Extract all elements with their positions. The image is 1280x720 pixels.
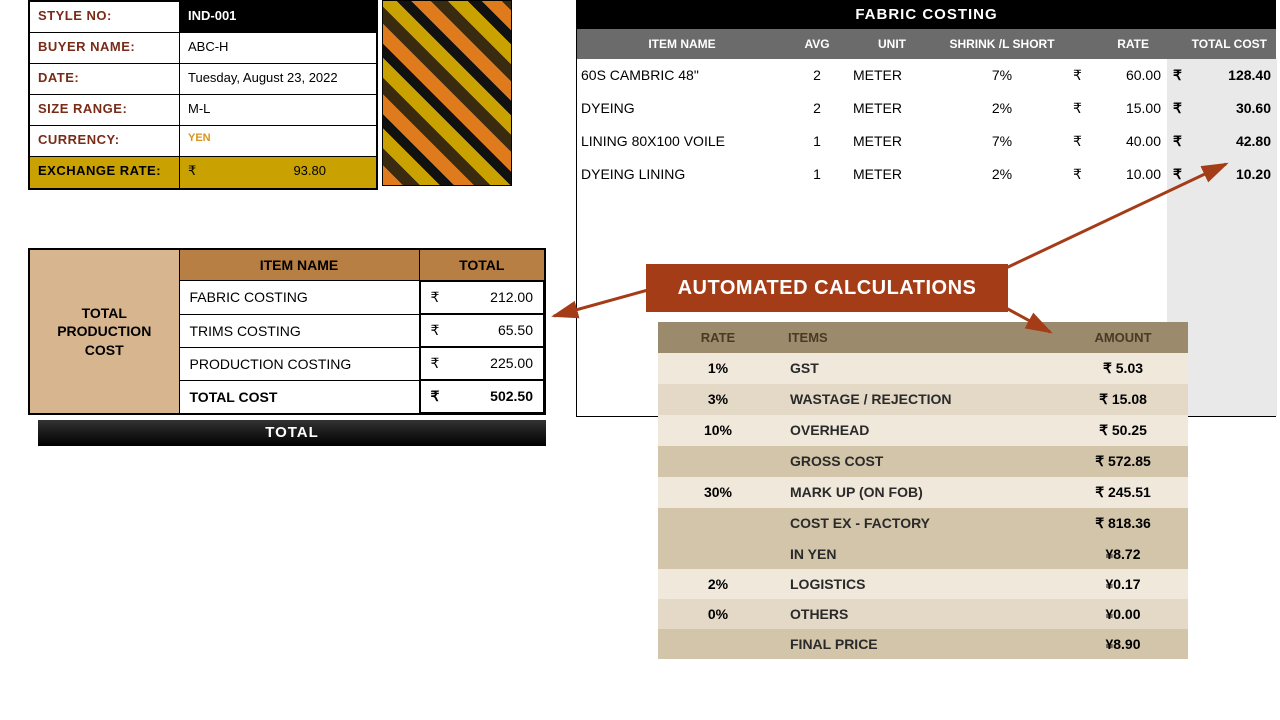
prod-col-item: ITEM NAME [179, 249, 419, 281]
summary-row: COST EX - FACTORY₹ 818.36 [658, 508, 1188, 539]
summary-row: 1%GST₹ 5.03 [658, 353, 1188, 384]
fabric-row: 60S CAMBRIC 48"2METER7%₹60.00₹128.40 [577, 59, 1276, 92]
callout-automated-calculations: AUTOMATED CALCULATIONS [646, 264, 1008, 312]
fabric-row: DYEING2METER2%₹15.00₹30.60 [577, 92, 1276, 125]
fabric-head: ITEM NAME AVG UNIT SHRINK /L SHORT RATE … [577, 29, 1276, 59]
fabric-row: LINING 80X100 VOILE1METER7%₹40.00₹42.80 [577, 125, 1276, 158]
exrate-value: ₹ 93.80 [180, 157, 376, 188]
fabric-title: FABRIC COSTING [577, 0, 1276, 29]
fabric-row: DYEING LINING1METER2%₹10.00₹10.20 [577, 158, 1276, 191]
size-value: M-L [180, 95, 376, 125]
style-no-value: IND-001 [180, 2, 376, 32]
summary-row: 3%WASTAGE / REJECTION₹ 15.08 [658, 384, 1188, 415]
summary-row: 10%OVERHEAD₹ 50.25 [658, 415, 1188, 446]
summary-row: 2%LOGISTICS¥0.17 [658, 569, 1188, 599]
summary-head: RATE ITEMS AMOUNT [658, 322, 1188, 353]
summary-row: 30%MARK UP (ON FOB)₹ 245.51 [658, 477, 1188, 508]
product-image [382, 0, 512, 186]
info-block: STYLE NO: IND-001 BUYER NAME: ABC-H DATE… [28, 0, 378, 190]
size-label: SIZE RANGE: [30, 95, 180, 125]
exrate-label: EXCHANGE RATE: [30, 157, 180, 188]
currency-label: CURRENCY: [30, 126, 180, 156]
production-side-header: TOTAL PRODUCTION COST [29, 249, 179, 414]
summary-table: RATE ITEMS AMOUNT 1%GST₹ 5.033%WASTAGE /… [658, 322, 1188, 659]
buyer-label: BUYER NAME: [30, 33, 180, 63]
currency-value: YEN [180, 126, 376, 156]
summary-row: FINAL PRICE¥8.90 [658, 629, 1188, 659]
production-cost-table: TOTAL PRODUCTION COST ITEM NAME TOTAL FA… [28, 248, 546, 415]
date-label: DATE: [30, 64, 180, 94]
summary-row: IN YEN¥8.72 [658, 539, 1188, 569]
date-value: Tuesday, August 23, 2022 [180, 64, 376, 94]
summary-row: 0%OTHERS¥0.00 [658, 599, 1188, 629]
buyer-value: ABC-H [180, 33, 376, 63]
total-bar: TOTAL [38, 420, 546, 446]
style-no-label: STYLE NO: [30, 2, 180, 32]
summary-row: GROSS COST₹ 572.85 [658, 446, 1188, 477]
prod-col-total: TOTAL [419, 249, 545, 281]
